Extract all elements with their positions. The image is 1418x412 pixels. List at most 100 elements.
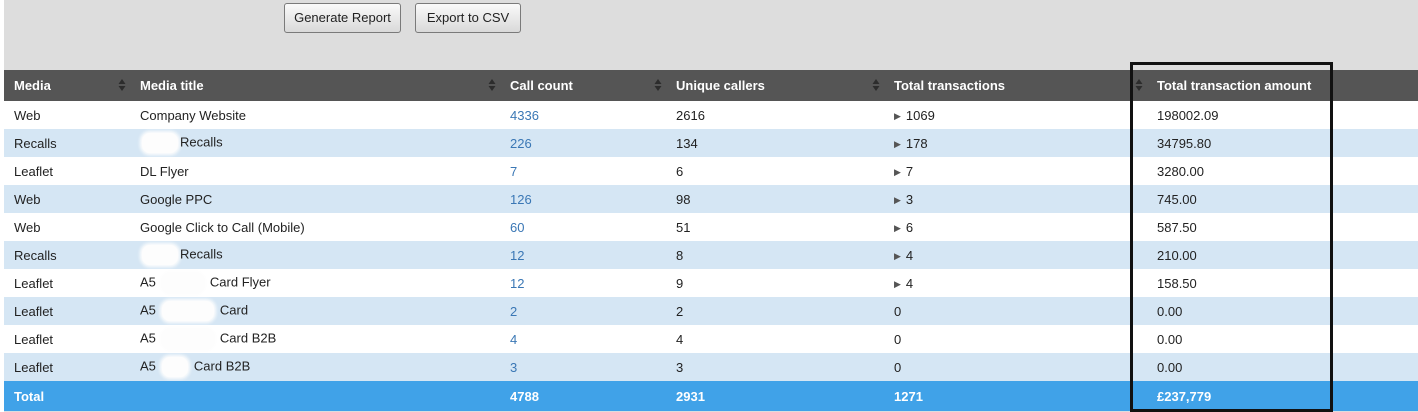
transaction-amount-cell: 0.00 [1157,303,1183,319]
sort-icon[interactable] [118,78,126,92]
media-cell: Web [14,219,41,235]
total-transaction-amount: £237,779 [1157,388,1212,404]
unique-callers-cell: 134 [676,135,698,151]
media-title-cell: Recalls [130,129,500,157]
total-transactions-value: 0 [894,359,902,375]
media-title-text: A5 [140,330,156,346]
redacted-region [142,245,178,265]
call-count-link[interactable]: 4 [500,325,666,353]
total-transactions-cell[interactable]: ▶ 1069 [884,101,1147,129]
sort-icon[interactable] [872,78,880,92]
total-transactions-value: 6 [905,219,914,235]
media-title-text: A5 [140,274,156,290]
table-row: Leaflet DL Flyer 7 6 ▶ 7 3280.00 [4,157,1418,185]
call-count-link[interactable]: 3 [500,353,666,381]
table-row: Recalls Recalls 226 134 ▶ 178 34795.80 [4,129,1418,157]
table-header-row: Media Media title Call count Unique callers… [4,70,1418,101]
transaction-amount-cell: 587.50 [1157,219,1197,235]
total-unique-callers: 2931 [676,388,705,404]
total-transactions-value: 1069 [905,107,935,123]
unique-callers-cell: 98 [676,191,691,207]
media-title-cell: A5 Card [130,297,500,325]
call-count-link[interactable]: 126 [500,185,666,213]
unique-callers-cell: 51 [676,219,691,235]
total-transactions-cell[interactable]: ▶ 4 [884,241,1147,269]
media-title-text: DL Flyer [140,163,189,179]
redacted-region [161,301,214,321]
column-header-label: Media title [140,78,204,93]
total-call-count: 4788 [510,388,539,404]
transaction-amount-cell: 745.00 [1157,191,1197,207]
column-header-total-transactions[interactable]: Total transactions [884,70,1147,101]
media-title-cell: Google PPC [130,185,500,213]
call-count-link[interactable]: 226 [500,129,666,157]
redacted-region [142,133,178,153]
unique-callers-cell: 4 [676,331,684,347]
media-title-suffix: Recalls [180,134,223,150]
unique-callers-cell: 9 [676,275,684,291]
column-header-label: Call count [510,78,573,93]
column-header-total-transaction-amount: Total transaction amount [1147,70,1418,101]
column-header-unique-callers[interactable]: Unique callers [666,70,884,101]
media-title-cell: A5 Card B2B [130,325,500,353]
expand-arrow-icon[interactable]: ▶ [894,139,901,149]
media-title-suffix: Recalls [180,246,223,262]
media-title-text: Google Click to Call (Mobile) [140,219,305,235]
column-header-media-title[interactable]: Media title [130,70,500,101]
sort-icon[interactable] [654,78,662,92]
export-csv-button[interactable]: Export to CSV [415,3,521,33]
report-toolbar: Generate Report Export to CSV [0,0,1418,70]
media-title-text: Google PPC [140,191,213,207]
expand-arrow-icon[interactable]: ▶ [894,251,901,261]
expand-arrow-icon[interactable]: ▶ [894,111,901,121]
total-transactions-value: 7 [905,163,914,179]
total-row: Total 4788 2931 1271 £237,779 [4,381,1418,411]
media-title-text: Company Website [140,107,246,123]
expand-arrow-icon[interactable]: ▶ [894,279,901,289]
redacted-region [161,357,188,377]
media-title-text: A5 [140,358,156,374]
total-transactions-cell[interactable]: ▶ 6 [884,213,1147,241]
total-transactions-cell[interactable]: ▶ 178 [884,129,1147,157]
media-cell: Leaflet [14,163,54,179]
sort-icon[interactable] [1135,78,1143,92]
transaction-amount-cell: 0.00 [1157,331,1183,347]
column-header-media[interactable]: Media [4,70,130,101]
media-title-suffix: Card [219,302,249,318]
total-transactions-cell: 0 [884,353,1147,381]
total-transactions-cell[interactable]: ▶ 4 [884,269,1147,297]
media-title-suffix: Card B2B [193,358,251,374]
call-count-link[interactable]: 4336 [500,101,666,129]
table-row: Web Company Website 4336 2616 ▶ 1069 198002.09 [4,101,1418,129]
media-cell: Leaflet [14,331,54,347]
redacted-region [161,329,214,349]
call-count-link[interactable]: 7 [500,157,666,185]
expand-arrow-icon[interactable]: ▶ [894,195,901,205]
table-row: Web Google Click to Call (Mobile) 60 51 ▶ 6 58… [4,213,1418,241]
call-count-link[interactable]: 60 [500,213,666,241]
expand-arrow-icon[interactable]: ▶ [894,167,901,177]
call-count-link[interactable]: 2 [500,297,666,325]
table-row: Leaflet A5 Card Flyer 12 9 ▶ 4 158.50 [4,269,1418,297]
media-title-cell: Recalls [130,241,500,269]
call-count-link[interactable]: 12 [500,241,666,269]
sort-icon[interactable] [488,78,496,92]
total-transactions-cell[interactable]: ▶ 7 [884,157,1147,185]
total-transactions-value: 0 [894,303,902,319]
column-header-call-count[interactable]: Call count [500,70,666,101]
expand-arrow-icon[interactable]: ▶ [894,223,901,233]
media-title-suffix: Card Flyer [209,274,271,290]
media-cell: Leaflet [14,303,54,319]
media-title-cell: A5 Card Flyer [130,269,500,297]
generate-report-button[interactable]: Generate Report [284,3,401,33]
media-cell: Leaflet [14,359,54,375]
call-count-link[interactable]: 12 [500,269,666,297]
total-transactions-cell[interactable]: ▶ 3 [884,185,1147,213]
column-header-label: Total transactions [894,78,1006,93]
unique-callers-cell: 2 [676,303,684,319]
redacted-region [161,273,204,293]
media-title-text: A5 [140,302,156,318]
transaction-amount-cell: 158.50 [1157,275,1197,291]
table-body: Web Company Website 4336 2616 ▶ 1069 198002.09… [4,101,1418,381]
transaction-amount-cell: 3280.00 [1157,163,1204,179]
